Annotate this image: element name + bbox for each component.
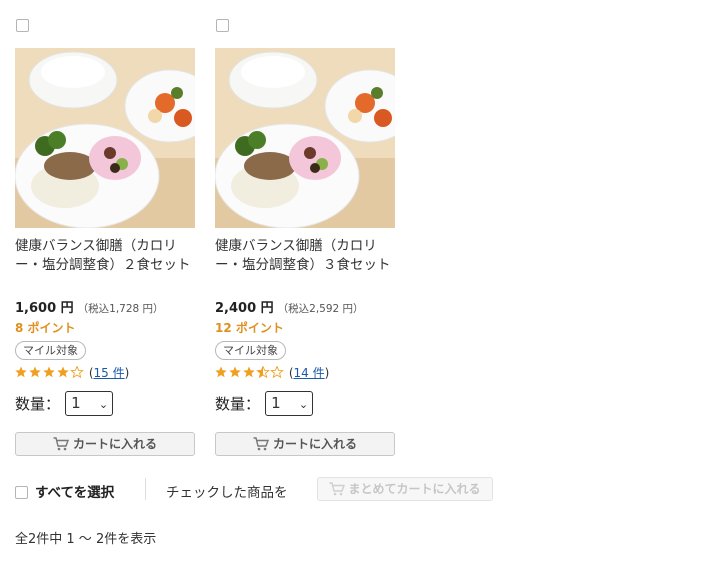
cart-icon [53, 437, 69, 451]
product-checkbox[interactable] [16, 19, 29, 32]
review-count-link[interactable]: 15 件 [94, 366, 125, 380]
mile-badge: マイル対象 [215, 341, 286, 360]
checked-items-label: チェックした商品を [166, 485, 288, 501]
bulk-add-to-cart-button[interactable]: まとめてカートに入れる [317, 477, 493, 501]
checkbox-icon[interactable] [15, 486, 28, 499]
points-label: 8 ポイント [15, 321, 76, 335]
quantity-select[interactable]: 1 ⌄ [265, 391, 314, 416]
quantity-label: 数量： [15, 395, 61, 413]
product-price: 2,400 円 [215, 301, 274, 316]
price-row: 1,600 円（税込1,728 円） [15, 297, 164, 316]
quantity-label: 数量： [215, 395, 261, 413]
cart-icon [253, 437, 269, 451]
product-image[interactable] [215, 48, 395, 228]
points-label: 12 ポイント [215, 321, 284, 335]
quantity-row: 数量： 1 ⌄ [215, 391, 314, 416]
add-to-cart-button[interactable]: カートに入れる [15, 432, 195, 456]
price-tax-included: （税込2,592 円） [277, 303, 364, 315]
chevron-down-icon: ⌄ [298, 398, 309, 411]
chevron-down-icon: ⌄ [98, 398, 109, 411]
price-row: 2,400 円（税込2,592 円） [215, 297, 364, 316]
cart-icon [329, 482, 346, 496]
rating: (14 件) [215, 364, 329, 381]
result-count: 全2件中 1 〜 2件を表示 [15, 532, 157, 547]
review-count-link[interactable]: 14 件 [294, 366, 325, 380]
select-all-label: すべてを選択 [35, 485, 115, 501]
product-image[interactable] [15, 48, 195, 228]
product-card: 健康バランス御膳（カロリー・塩分調整食）２食セット 1,600 円（税込1,72… [15, 17, 195, 456]
quantity-row: 数量： 1 ⌄ [15, 391, 114, 416]
rating: (15 件) [15, 364, 129, 381]
product-card: 健康バランス御膳（カロリー・塩分調整食）３食セット 2,400 円（税込2,59… [215, 17, 395, 456]
star-rating-icon [15, 365, 85, 381]
product-name-link[interactable]: 健康バランス御膳（カロリー・塩分調整食）２食セット [15, 237, 195, 275]
select-all-checkbox[interactable]: すべてを選択 [15, 481, 114, 501]
star-rating-icon [215, 365, 285, 381]
price-tax-included: （税込1,728 円） [77, 303, 164, 315]
add-to-cart-button[interactable]: カートに入れる [215, 432, 395, 456]
divider [145, 478, 146, 500]
mile-badge: マイル対象 [15, 341, 86, 360]
product-checkbox[interactable] [216, 19, 229, 32]
product-name-link[interactable]: 健康バランス御膳（カロリー・塩分調整食）３食セット [215, 237, 395, 275]
quantity-select[interactable]: 1 ⌄ [65, 391, 114, 416]
product-price: 1,600 円 [15, 301, 74, 316]
